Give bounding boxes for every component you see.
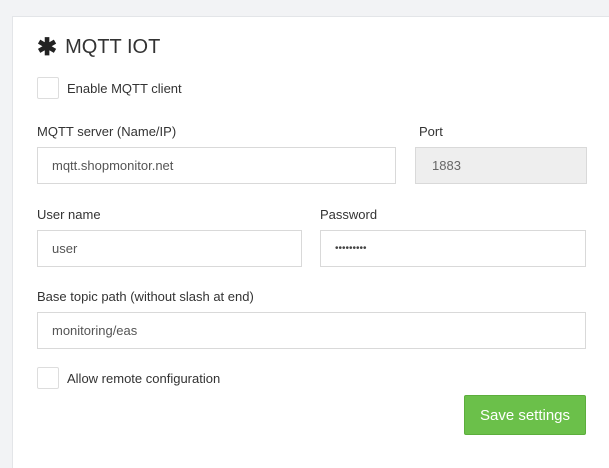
enable-mqtt-label: Enable MQTT client bbox=[67, 80, 182, 96]
panel-title-text: MQTT IOT bbox=[65, 35, 161, 58]
base-topic-input-value: monitoring/eas bbox=[52, 323, 138, 338]
port-label: Port bbox=[419, 124, 443, 139]
enable-mqtt-row: Enable MQTT client bbox=[37, 77, 182, 99]
remote-config-label: Allow remote configuration bbox=[67, 370, 221, 386]
remote-config-checkbox[interactable] bbox=[37, 367, 59, 389]
username-input-value: user bbox=[52, 241, 78, 256]
base-topic-input[interactable]: monitoring/eas bbox=[37, 312, 586, 349]
port-input-value: 1883 bbox=[432, 158, 461, 173]
asterisk-icon: ✱ bbox=[37, 34, 58, 61]
server-label: MQTT server (Name/IP) bbox=[37, 124, 177, 139]
panel-title: ✱ MQTT IOT bbox=[37, 34, 160, 60]
port-input: 1883 bbox=[415, 147, 587, 184]
save-settings-button[interactable]: Save settings bbox=[464, 395, 586, 435]
username-label: User name bbox=[37, 207, 101, 222]
server-input-value: mqtt.shopmonitor.net bbox=[52, 158, 174, 173]
remote-config-row: Allow remote configuration bbox=[37, 367, 220, 389]
username-input[interactable]: user bbox=[37, 230, 302, 267]
server-input[interactable]: mqtt.shopmonitor.net bbox=[37, 147, 396, 184]
enable-mqtt-checkbox[interactable] bbox=[37, 77, 59, 99]
base-topic-label: Base topic path (without slash at end) bbox=[37, 289, 254, 304]
password-input[interactable]: ••••••••• bbox=[320, 230, 586, 267]
password-label: Password bbox=[320, 207, 378, 222]
password-input-value: ••••••••• bbox=[335, 243, 367, 254]
